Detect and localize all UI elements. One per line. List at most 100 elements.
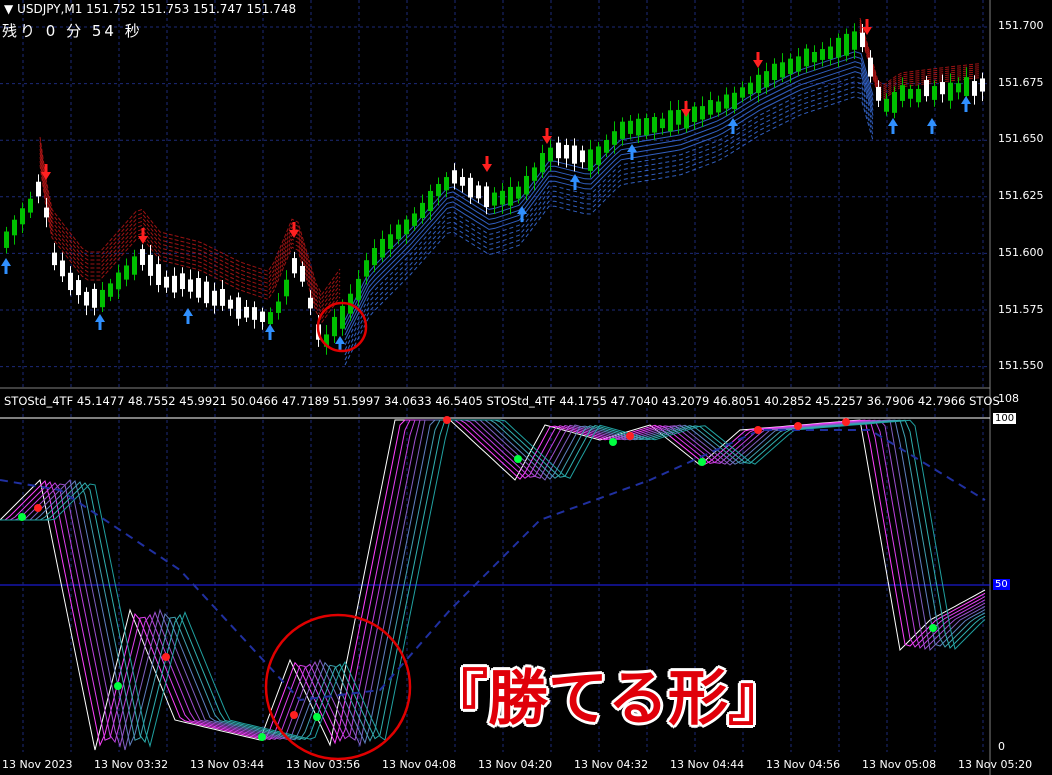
candle-body — [932, 86, 937, 100]
candle-body — [732, 92, 737, 110]
candle-body — [84, 291, 89, 306]
bullish-cross-dot — [698, 458, 706, 466]
candle-body — [116, 272, 121, 290]
candle-body — [580, 150, 585, 163]
candle-body — [636, 118, 641, 136]
candle-body — [476, 185, 481, 199]
candle-body — [396, 224, 401, 240]
time-label: 13 Nov 03:32 — [94, 758, 169, 771]
time-label: 13 Nov 03:44 — [190, 758, 265, 771]
ma-line-blue — [344, 86, 874, 356]
candle-body — [620, 121, 625, 139]
candle-body — [852, 31, 857, 50]
bullish-cross-dot — [258, 733, 266, 741]
buy-arrow-icon — [961, 96, 971, 112]
candle-body — [340, 305, 345, 329]
candle-body — [484, 186, 489, 208]
candle-body — [276, 301, 281, 313]
candle-body — [660, 118, 665, 129]
candle-body — [892, 92, 897, 113]
candle-body — [20, 208, 25, 225]
buy-arrow-icon — [728, 118, 738, 134]
time-label: 13 Nov 04:08 — [382, 758, 457, 771]
candle-body — [524, 175, 529, 195]
candle-body — [492, 192, 497, 206]
time-label: 13 Nov 04:56 — [766, 758, 841, 771]
time-label: 13 Nov 04:20 — [478, 758, 553, 771]
candle-body — [444, 177, 449, 191]
candle-body — [940, 82, 945, 95]
ma-line-red — [859, 17, 981, 86]
time-label: 13 Nov 2023 — [2, 758, 73, 771]
candle-body — [900, 85, 905, 101]
candle-body — [532, 167, 537, 181]
candle-body — [420, 202, 425, 219]
candle-body — [364, 260, 369, 277]
candle-body — [676, 109, 681, 125]
time-label: 13 Nov 04:32 — [574, 758, 649, 771]
candle-body — [236, 297, 241, 319]
candle-body — [708, 100, 713, 115]
candle-body — [380, 238, 385, 258]
candle-body — [780, 62, 785, 78]
time-label: 13 Nov 03:56 — [286, 758, 361, 771]
buy-arrow-icon — [265, 324, 275, 340]
dropdown-triangle-icon[interactable]: ▼ — [4, 2, 13, 16]
bullish-cross-dot — [609, 438, 617, 446]
candle-body — [756, 74, 761, 94]
candle-body — [36, 181, 41, 197]
bullish-cross-dot — [18, 513, 26, 521]
candle-body — [980, 78, 985, 92]
candle-body — [716, 101, 721, 113]
time-label: 13 Nov 05:20 — [958, 758, 1033, 771]
candle-body — [468, 177, 473, 198]
candle-body — [500, 190, 505, 205]
candle-body — [692, 106, 697, 122]
candle-body — [564, 144, 569, 159]
candle-body — [572, 145, 577, 164]
winning-pattern-banner: 『勝てる形』 — [428, 664, 788, 734]
bar-countdown-timer: 残り 0 分 54 秒 — [2, 22, 143, 40]
candle-body — [844, 33, 849, 56]
chart-header: ▼ USDJPY,M1 151.752 151.753 151.747 151.… — [4, 2, 296, 16]
candle-body — [412, 213, 417, 226]
candle-body — [188, 279, 193, 292]
candle-body — [204, 281, 209, 304]
buy-arrow-icon — [1, 258, 11, 274]
candle-body — [124, 265, 129, 280]
indicator-scale-tick: 0 — [998, 740, 1005, 753]
candle-body — [740, 87, 745, 98]
candle-body — [148, 254, 153, 276]
candle-body — [252, 307, 257, 320]
ma-line-blue — [344, 91, 874, 361]
candle-body — [228, 299, 233, 309]
price-tick: 151.625 — [998, 189, 1044, 202]
candle-body — [12, 219, 17, 236]
candle-body — [916, 88, 921, 103]
indicator-scale-tick: 100 — [993, 413, 1017, 424]
candle-body — [92, 288, 97, 308]
candle-body — [828, 46, 833, 60]
candle-body — [436, 183, 441, 197]
bearish-cross-dot — [626, 432, 634, 440]
candle-body — [868, 57, 873, 77]
candle-body — [452, 170, 457, 184]
candle-body — [156, 264, 161, 285]
bullish-cross-dot — [514, 455, 522, 463]
candle-body — [68, 272, 73, 291]
candle-body — [28, 198, 33, 213]
candle-body — [948, 82, 953, 101]
candle-body — [884, 98, 889, 112]
candle-body — [820, 49, 825, 60]
candle-body — [796, 56, 801, 72]
price-tick: 151.650 — [998, 132, 1044, 145]
buy-arrow-icon — [95, 314, 105, 330]
candle-body — [180, 273, 185, 290]
time-label: 13 Nov 05:08 — [862, 758, 937, 771]
bearish-cross-dot — [794, 422, 802, 430]
candle-body — [356, 278, 361, 300]
bullish-cross-dot — [114, 682, 122, 690]
indicator-scale-tick: 50 — [993, 579, 1010, 590]
candle-body — [628, 120, 633, 134]
candle-body — [724, 94, 729, 109]
